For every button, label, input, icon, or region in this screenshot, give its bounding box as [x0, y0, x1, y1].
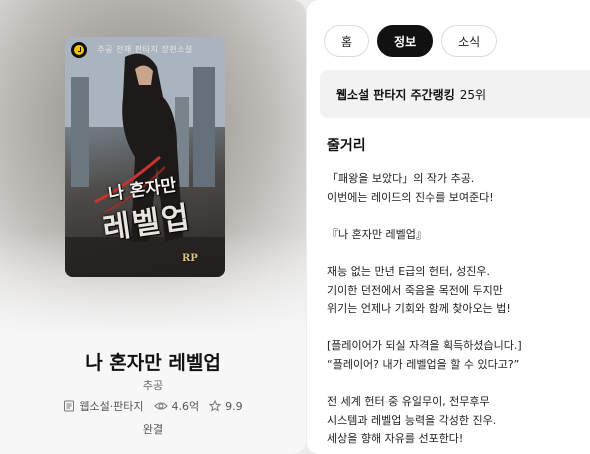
synopsis-line: [플레이어가 되실 자격을 획득하셨습니다.]	[327, 339, 522, 353]
genre-text: 웹소설·판타지	[79, 400, 144, 413]
synopsis-heading: 줄거리	[327, 138, 366, 154]
ranking-banner[interactable]: 웹소설 판타지 주간랭킹 25위	[320, 70, 590, 118]
synopsis-line	[327, 244, 589, 263]
completion-status: 완결	[142, 423, 164, 436]
document-icon	[64, 400, 75, 412]
ranking-value: 25위	[459, 87, 487, 102]
book-meta-row: 웹소설·판타지 4.6억 9.9	[0, 398, 306, 414]
book-header-panel: 추공 천재 판타지 장편소설 나 혼자만 레벨업 RP 나 혼자만 레벨업 추공…	[0, 0, 306, 454]
book-title: 나 혼자만 레벨업	[85, 352, 221, 374]
eye-icon	[153, 402, 168, 410]
tab-home[interactable]: 홈	[324, 25, 370, 57]
synopsis-line: 『나 혼자만 레벨업』	[327, 227, 427, 241]
synopsis-line: 시스템과 레벨업 능력을 각성한 진우.	[327, 413, 497, 427]
synopsis-line: “플레이어? 내가 레벨업을 할 수 있다고?”	[327, 357, 520, 371]
synopsis-line	[327, 375, 589, 394]
synopsis-line: 이번에는 레이드의 진수를 보여준다!	[327, 190, 494, 204]
publisher-logo: RP	[182, 253, 198, 264]
detail-panel: 홈 정보 소식 웹소설 판타지 주간랭킹 25위 줄거리 「패왕을 보았다」의 …	[307, 0, 590, 454]
tab-news[interactable]: 소식	[441, 25, 498, 57]
app-root: 추공 천재 판타지 장편소설 나 혼자만 레벨업 RP 나 혼자만 레벨업 추공…	[0, 0, 590, 454]
synopsis-line: 전 세계 헌터 중 유일무이, 전무후무	[327, 395, 490, 409]
genre-meta: 웹소설·판타지	[63, 398, 144, 414]
synopsis-line	[327, 207, 589, 226]
synopsis-line: 재능 없는 만년 E급의 헌터, 성진우.	[327, 264, 490, 278]
tab-bar: 홈 정보 소식	[324, 25, 498, 57]
rating-value: 9.9	[225, 399, 243, 413]
cover-tagline: 추공 천재 판타지 장편소설	[97, 45, 193, 54]
ranking-label: 웹소설 판타지 주간랭킹	[336, 87, 455, 102]
views-meta: 4.6억	[153, 398, 200, 414]
synopsis-line: 기이한 던전에서 죽음을 목전에 두지만	[327, 283, 503, 297]
star-icon	[209, 400, 222, 412]
synopsis-line: 위기는 언제나 기회와 함께 찾아오는 법!	[327, 302, 511, 316]
rating-meta: 9.9	[209, 400, 243, 413]
tab-info[interactable]: 정보	[377, 25, 434, 57]
synopsis-text: 「패왕을 보았다」의 작가 추공. 이번에는 레이드의 진수를 보여준다! 『나…	[327, 170, 589, 449]
book-author[interactable]: 추공	[0, 377, 306, 393]
book-cover[interactable]: 추공 천재 판타지 장편소설 나 혼자만 레벨업 RP	[65, 37, 225, 277]
synopsis-line: 세상을 향해 자유를 선포한다!	[327, 432, 464, 446]
synopsis-line: 「패왕을 보았다」의 작가 추공.	[327, 172, 475, 185]
synopsis-line	[327, 319, 589, 338]
views-count: 4.6억	[171, 400, 200, 413]
